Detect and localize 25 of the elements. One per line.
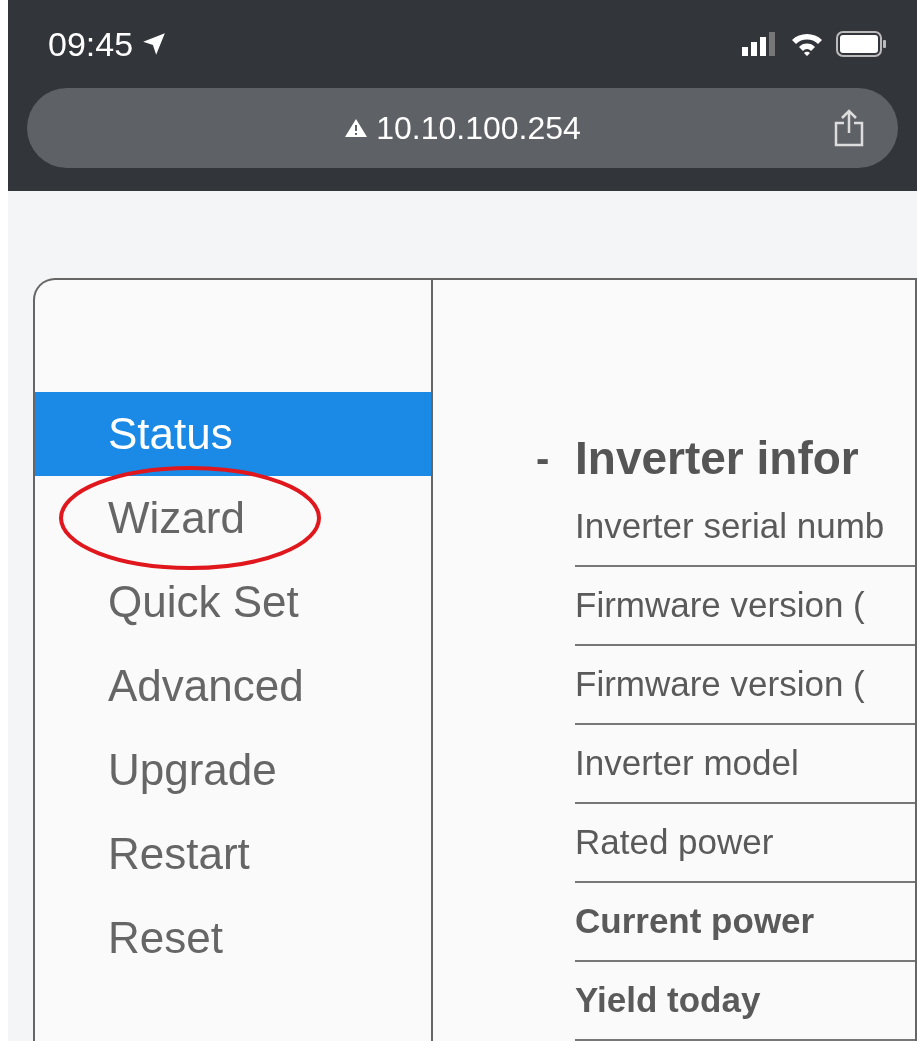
sidebar-item[interactable]: Advanced <box>35 644 431 728</box>
share-icon[interactable] <box>832 109 866 147</box>
url-text: 10.10.100.254 <box>376 109 581 148</box>
section-title: Inverter infor <box>575 430 859 486</box>
sidebar-item[interactable]: Upgrade <box>35 728 431 812</box>
sidebar-item[interactable]: Reset <box>35 896 431 980</box>
sidebar-item[interactable]: Wizard <box>35 476 431 560</box>
row-label: Current power <box>575 900 815 943</box>
sidebar-item[interactable]: Quick Set <box>35 560 431 644</box>
signal-icon <box>742 32 778 56</box>
battery-icon <box>836 31 888 57</box>
collapse-toggle[interactable]: - <box>536 428 575 488</box>
row-label: Firmware version ( <box>575 584 865 627</box>
wifi-icon <box>790 31 824 57</box>
location-arrow-icon <box>141 31 168 57</box>
row-label: Yield today <box>575 979 761 1022</box>
clock-time: 09:45 <box>48 23 134 65</box>
sidebar-item[interactable]: Restart <box>35 812 431 896</box>
row-label: Inverter model <box>575 742 799 785</box>
row-label: Inverter serial numb <box>575 505 885 548</box>
row-label: Firmware version ( <box>575 663 865 706</box>
address-bar[interactable]: 10.10.100.254 <box>27 88 898 168</box>
sidebar-item[interactable]: Status <box>35 392 431 476</box>
row-label: Rated power <box>575 821 774 864</box>
warning-icon <box>344 118 369 138</box>
